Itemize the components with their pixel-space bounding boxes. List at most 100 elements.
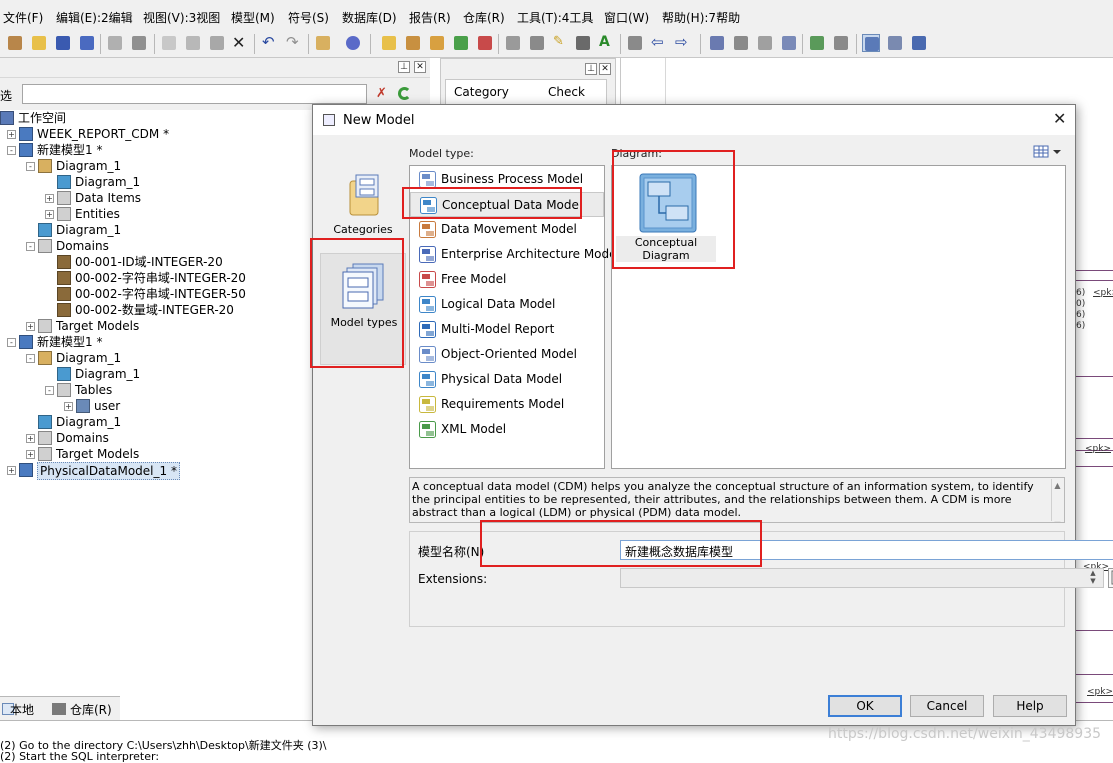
- panel-close-icon[interactable]: ✕: [599, 63, 611, 75]
- pdm-icon: [418, 370, 437, 389]
- menu-view[interactable]: 视图(V):3视图: [143, 9, 220, 26]
- model-type-item[interactable]: Data Movement Model: [410, 217, 604, 242]
- properties-icon[interactable]: [314, 34, 332, 52]
- save-icon[interactable]: [54, 34, 72, 52]
- category-model-types[interactable]: Model types: [320, 253, 406, 365]
- model-type-item[interactable]: Logical Data Model: [410, 292, 604, 317]
- description-scrollbar[interactable]: ▲▼: [1051, 479, 1063, 522]
- model-type-label: Object-Oriented Model: [441, 347, 577, 361]
- column-category[interactable]: Category: [454, 85, 509, 99]
- model-type-item[interactable]: XML Model: [410, 417, 604, 442]
- undo-icon[interactable]: ↶: [260, 33, 278, 52]
- compare-icon[interactable]: [780, 34, 798, 52]
- collapse-icon[interactable]: -: [26, 242, 35, 251]
- result-list-icon[interactable]: [428, 34, 446, 52]
- extensions-input[interactable]: [620, 568, 1104, 588]
- expand-icon[interactable]: +: [26, 450, 35, 459]
- tab-local[interactable]: 本地: [10, 701, 34, 718]
- close-icon[interactable]: ✕: [1053, 111, 1067, 127]
- model-type-label: Free Model: [441, 272, 507, 286]
- check-model-icon[interactable]: [344, 34, 362, 52]
- forward-icon[interactable]: ⇨: [674, 33, 692, 52]
- clear-filter-icon[interactable]: ✗: [376, 87, 390, 101]
- delete-icon[interactable]: ✕: [230, 33, 248, 52]
- package-icon[interactable]: [626, 34, 644, 52]
- browser-icon[interactable]: [380, 34, 398, 52]
- model-type-item[interactable]: Object-Oriented Model: [410, 342, 604, 367]
- refresh-icon[interactable]: [452, 34, 470, 52]
- menu-database[interactable]: 数据库(D): [342, 9, 397, 26]
- panel-pin-icon[interactable]: ⊥: [398, 61, 410, 73]
- expand-icon[interactable]: +: [64, 402, 73, 411]
- collapse-icon[interactable]: -: [26, 162, 35, 171]
- cancel-button[interactable]: Cancel: [910, 695, 984, 717]
- filter-input[interactable]: [22, 84, 367, 104]
- menu-window[interactable]: 窗口(W): [604, 9, 649, 26]
- print-preview-icon[interactable]: [106, 34, 124, 52]
- menu-symbol[interactable]: 符号(S): [288, 9, 329, 26]
- expand-icon[interactable]: +: [7, 466, 16, 475]
- model-name-input[interactable]: 新建概念数据库模型: [620, 540, 1113, 560]
- table-view-icon[interactable]: [910, 34, 928, 52]
- collapse-icon[interactable]: -: [26, 354, 35, 363]
- page-icon[interactable]: [756, 34, 774, 52]
- merge-icon[interactable]: [808, 34, 826, 52]
- expand-icon[interactable]: +: [7, 130, 16, 139]
- collapse-icon[interactable]: -: [45, 386, 54, 395]
- expand-icon[interactable]: +: [26, 434, 35, 443]
- model-type-item[interactable]: Physical Data Model: [410, 367, 604, 392]
- model-type-item[interactable]: Multi-Model Report: [410, 317, 604, 342]
- view-mode-icon[interactable]: [1033, 145, 1063, 159]
- ok-button[interactable]: OK: [828, 695, 902, 717]
- extensions-spinner-icon[interactable]: ▲ ▼: [1084, 569, 1102, 587]
- print-icon[interactable]: [130, 34, 148, 52]
- collapse-icon[interactable]: -: [7, 146, 16, 155]
- menu-model[interactable]: 模型(M): [231, 9, 275, 26]
- menu-report[interactable]: 报告(R): [409, 9, 451, 26]
- refresh-filter-icon[interactable]: [398, 87, 411, 100]
- copy-icon[interactable]: [184, 34, 202, 52]
- model-type-item[interactable]: Business Process Model: [410, 167, 604, 192]
- fill-icon[interactable]: [528, 34, 546, 52]
- shape-icon[interactable]: [504, 34, 522, 52]
- collapse-icon[interactable]: -: [7, 338, 16, 347]
- grid-icon[interactable]: [732, 34, 750, 52]
- text-icon[interactable]: [886, 34, 904, 52]
- expand-icon[interactable]: +: [26, 322, 35, 331]
- model-type-item[interactable]: Requirements Model: [410, 392, 604, 417]
- model-type-item[interactable]: Free Model: [410, 267, 604, 292]
- zoom-icon[interactable]: [862, 34, 880, 52]
- model-type-item[interactable]: Conceptual Data Model: [410, 192, 604, 217]
- diagram-item-label: Conceptual Diagram: [616, 236, 716, 262]
- output-icon[interactable]: [404, 34, 422, 52]
- save-all-icon[interactable]: [78, 34, 96, 52]
- back-icon[interactable]: ⇦: [650, 33, 668, 52]
- tab-repository[interactable]: 仓库(R): [70, 701, 112, 718]
- menu-help[interactable]: 帮助(H):7帮助: [662, 9, 740, 26]
- menu-tools[interactable]: 工具(T):4工具: [517, 9, 593, 26]
- menu-file[interactable]: 文件(F): [3, 9, 43, 26]
- pen-icon[interactable]: ✎: [550, 34, 568, 52]
- column-check[interactable]: Check: [548, 85, 585, 99]
- layout-icon[interactable]: [708, 34, 726, 52]
- menu-edit[interactable]: 编辑(E):2编辑: [56, 9, 133, 26]
- entity-border: [1076, 674, 1113, 675]
- impact-icon[interactable]: [476, 34, 494, 52]
- extensions-browse-button[interactable]: [1108, 568, 1113, 588]
- model-type-item[interactable]: Enterprise Architecture Model: [410, 242, 620, 267]
- open-icon[interactable]: [30, 34, 48, 52]
- menu-repository[interactable]: 仓库(R): [463, 9, 505, 26]
- paste-icon[interactable]: [208, 34, 226, 52]
- paint-icon[interactable]: [574, 34, 592, 52]
- redo-icon[interactable]: ↷: [284, 33, 302, 52]
- font-icon[interactable]: A: [596, 34, 614, 52]
- new-model-icon[interactable]: [6, 34, 24, 52]
- panel-pin-icon[interactable]: ⊥: [585, 63, 597, 75]
- help-button[interactable]: Help: [993, 695, 1067, 717]
- expand-icon[interactable]: +: [45, 210, 54, 219]
- diagram-item[interactable]: Conceptual Diagram: [616, 170, 716, 262]
- panel-close-icon[interactable]: ✕: [414, 61, 426, 73]
- cut-icon[interactable]: [160, 34, 178, 52]
- generate-icon[interactable]: [832, 34, 850, 52]
- expand-icon[interactable]: +: [45, 194, 54, 203]
